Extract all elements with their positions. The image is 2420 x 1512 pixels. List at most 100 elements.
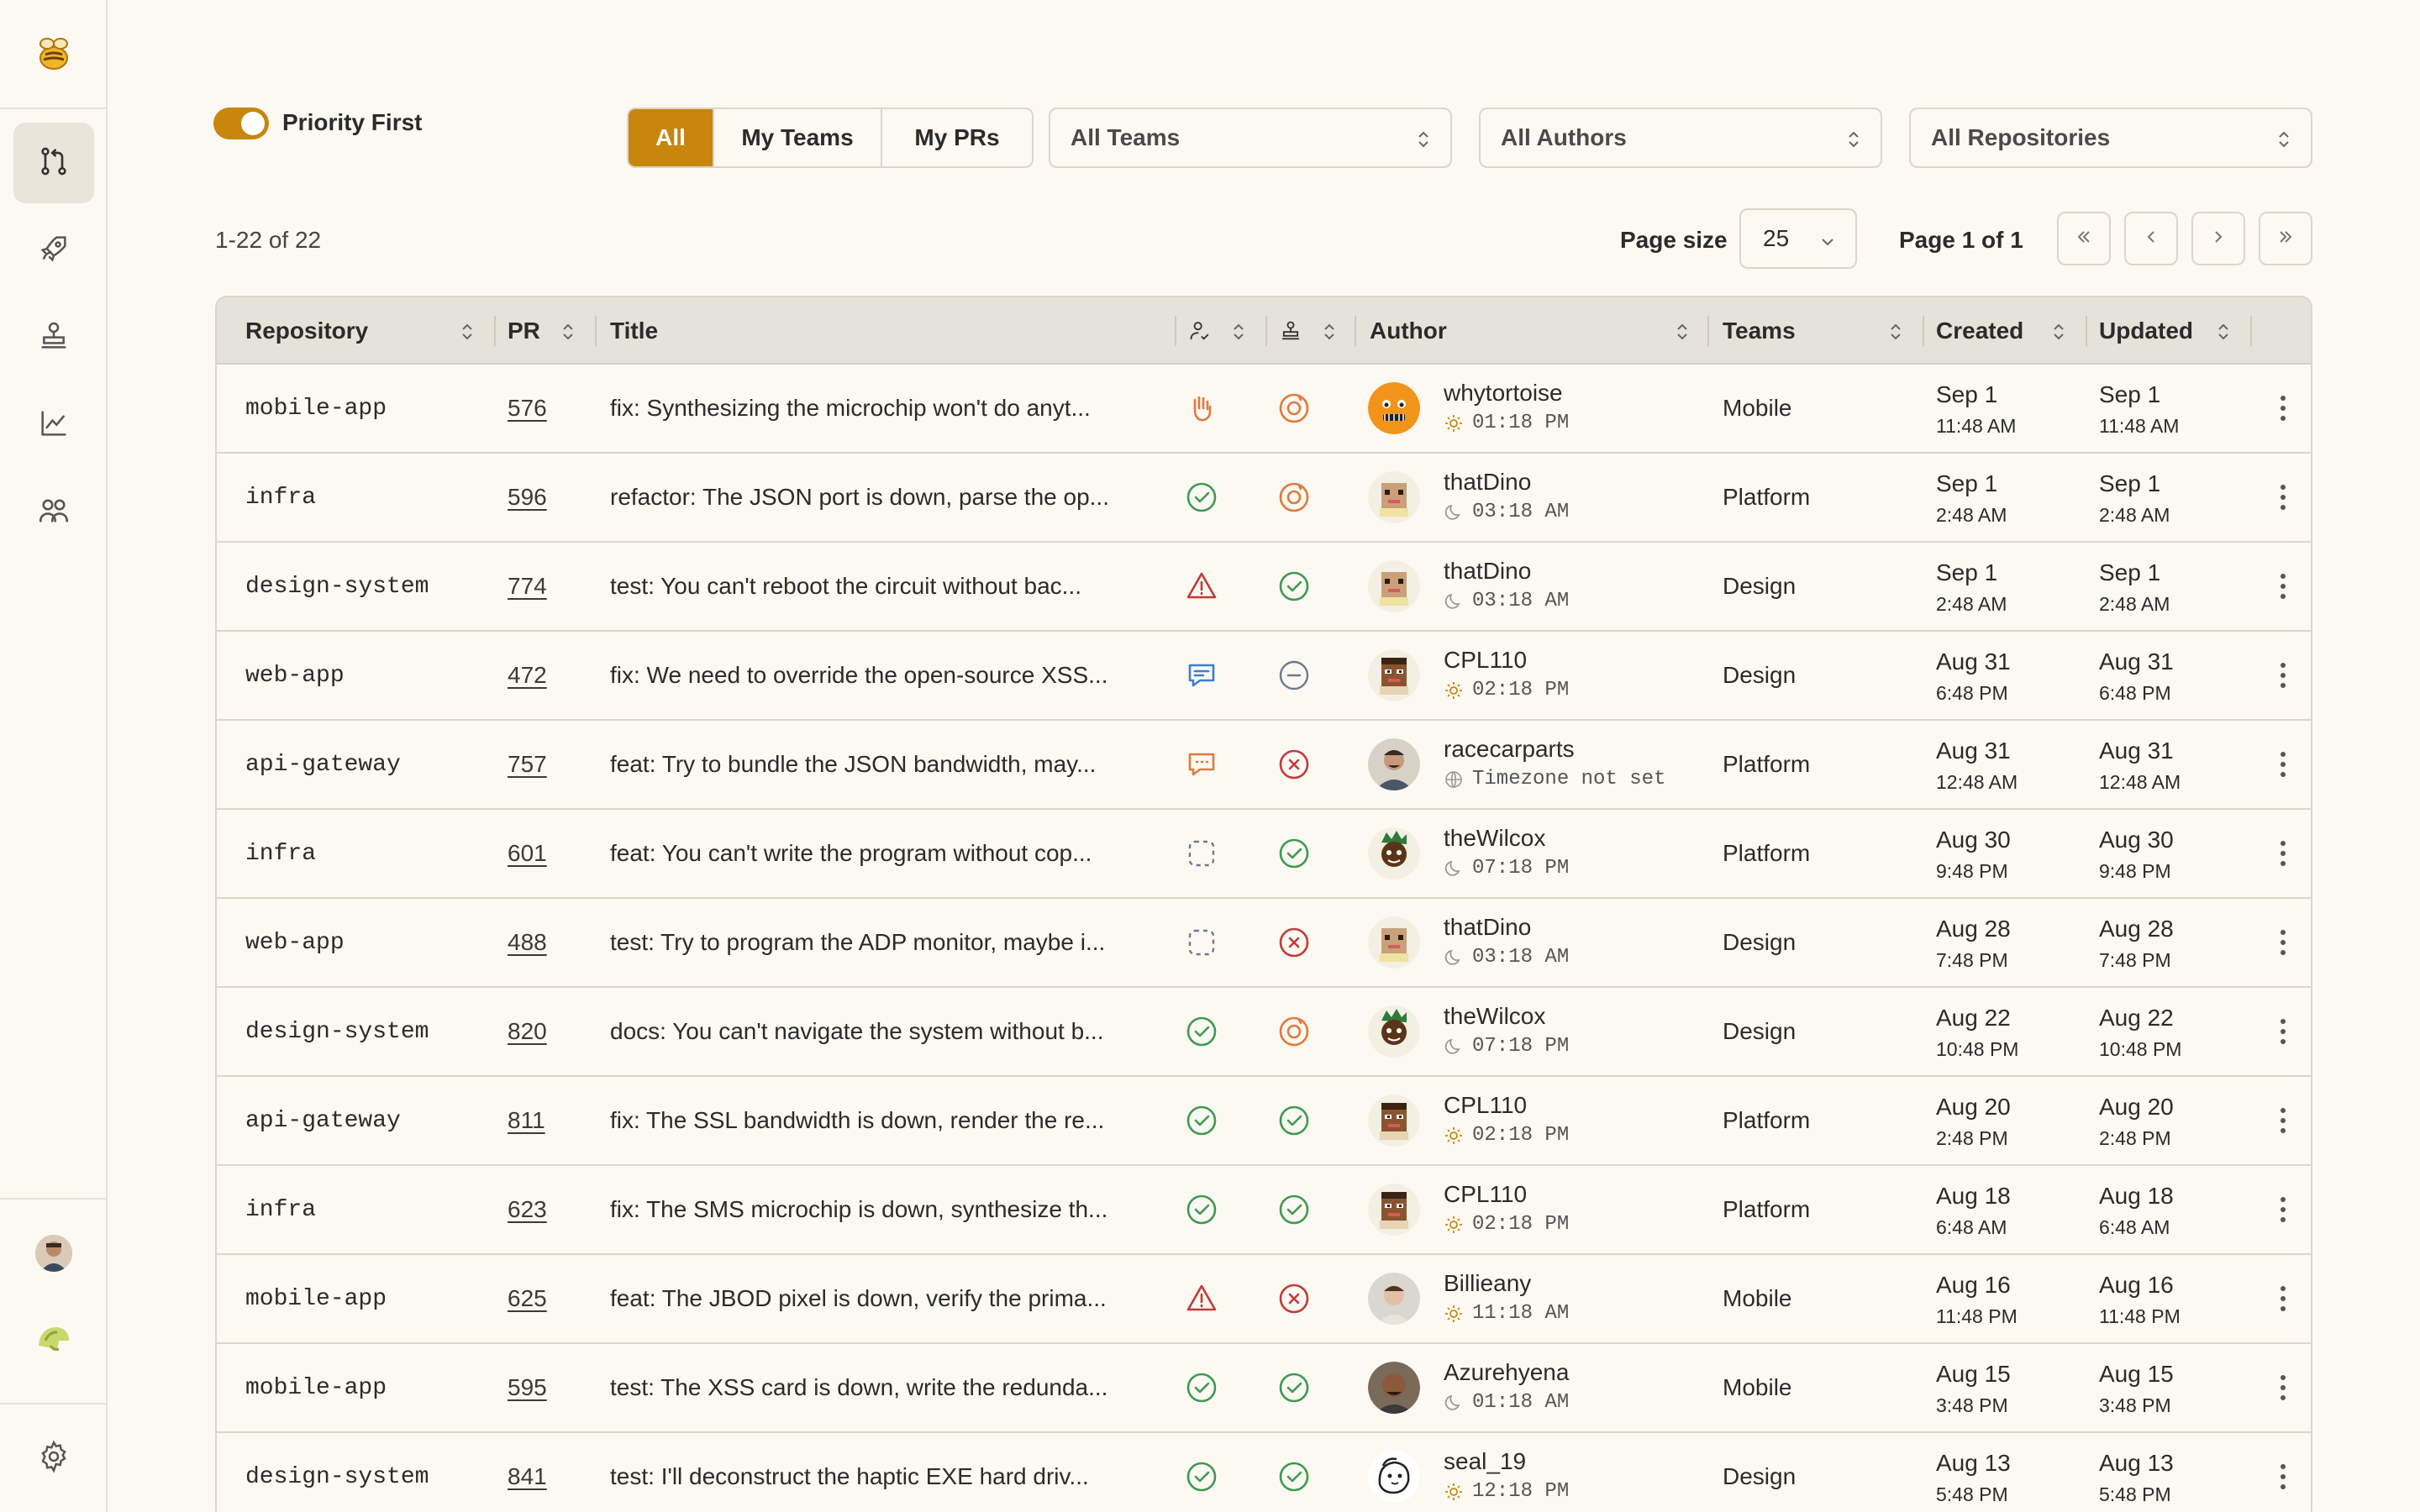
pr-title[interactable]: feat: The JBOD pixel is down, verify the…	[610, 1255, 1165, 1342]
author-avatar	[1368, 649, 1420, 701]
pr-number-link[interactable]: 576	[508, 365, 547, 452]
pr-title[interactable]: test: I'll deconstruct the haptic EXE ha…	[610, 1433, 1165, 1512]
local-time-text: 02:18 PM	[1472, 679, 1570, 701]
created-date: Aug 30	[1936, 827, 2011, 853]
teams-select[interactable]: All Teams	[1049, 108, 1452, 168]
row-actions-menu-icon[interactable]	[2270, 1102, 2296, 1139]
repositories-select[interactable]: All Repositories	[1909, 108, 2312, 168]
sidebar-item-analytics[interactable]	[13, 385, 94, 465]
pr-number-link[interactable]: 472	[508, 632, 547, 719]
row-actions-menu-icon[interactable]	[2270, 390, 2296, 427]
next-page-button[interactable]	[2191, 212, 2245, 265]
column-header-created[interactable]: Created	[1936, 297, 2023, 365]
pr-number-link[interactable]: 625	[508, 1255, 547, 1342]
table-row[interactable]: mobile-app 625 feat: The JBOD pixel is d…	[217, 1255, 2311, 1344]
column-header-teams[interactable]: Teams	[1723, 297, 1796, 365]
pr-number-link[interactable]: 811	[508, 1077, 545, 1164]
sidebar-item-deployments[interactable]	[13, 210, 94, 291]
table-row[interactable]: api-gateway 757 feat: Try to bundle the …	[217, 721, 2311, 810]
pr-title[interactable]: fix: Synthesizing the microchip won't do…	[610, 365, 1165, 452]
priority-first-toggle[interactable]	[213, 108, 269, 139]
created-time: 10:48 PM	[1936, 1038, 2019, 1060]
filter-my-prs-button[interactable]: My PRs	[882, 109, 1032, 166]
last-page-button[interactable]	[2259, 212, 2312, 265]
previous-page-button[interactable]	[2124, 212, 2178, 265]
table-row[interactable]: infra 601 feat: You can't write the prog…	[217, 810, 2311, 899]
row-actions-menu-icon[interactable]	[2270, 1280, 2296, 1317]
filter-my-teams-button[interactable]: My Teams	[714, 109, 882, 166]
column-header-updated[interactable]: Updated	[2099, 297, 2193, 365]
pr-number-link[interactable]: 488	[508, 899, 547, 986]
row-actions-menu-icon[interactable]	[2270, 1369, 2296, 1406]
sort-icon[interactable]	[560, 321, 576, 347]
table-row[interactable]: api-gateway 811 fix: The SSL bandwidth i…	[217, 1077, 2311, 1166]
chart-line-icon	[37, 407, 71, 444]
updated-time: 9:48 PM	[2099, 860, 2171, 882]
row-actions-menu-icon[interactable]	[2270, 568, 2296, 605]
table-row[interactable]: infra 623 fix: The SMS microchip is down…	[217, 1166, 2311, 1255]
column-header-repository[interactable]: Repository	[245, 297, 368, 365]
column-header-author[interactable]: Author	[1370, 297, 1447, 365]
sort-icon[interactable]	[2050, 321, 2067, 347]
pr-number-link[interactable]: 623	[508, 1166, 547, 1253]
filter-all-button[interactable]: All	[629, 109, 714, 166]
sidebar-item-pull-requests[interactable]	[13, 123, 94, 203]
sort-icon[interactable]	[1321, 321, 1338, 347]
pr-number-link[interactable]: 596	[508, 454, 547, 541]
pr-title[interactable]: docs: You can't navigate the system with…	[610, 988, 1165, 1075]
row-actions-menu-icon[interactable]	[2270, 657, 2296, 694]
table-row[interactable]: web-app 472 fix: We need to override the…	[217, 632, 2311, 721]
pr-number-link[interactable]: 757	[508, 721, 547, 808]
pr-title[interactable]: refactor: The JSON port is down, parse t…	[610, 454, 1165, 541]
pr-number-link[interactable]: 601	[508, 810, 547, 897]
pr-title[interactable]: test: The XSS card is down, write the re…	[610, 1344, 1165, 1431]
helmet-logo-icon[interactable]	[34, 1320, 74, 1361]
updated-date: Aug 20	[2099, 1094, 2174, 1120]
sort-icon[interactable]	[2215, 321, 2232, 347]
pr-title[interactable]: fix: We need to override the open-source…	[610, 632, 1165, 719]
pr-title[interactable]: test: Try to program the ADP monitor, ma…	[610, 899, 1165, 986]
authors-select[interactable]: All Authors	[1479, 108, 1882, 168]
table-row[interactable]: design-system 774 test: You can't reboot…	[217, 543, 2311, 632]
sort-icon[interactable]	[1674, 321, 1691, 347]
author-name: thatDino	[1444, 558, 1532, 584]
pr-title[interactable]: feat: You can't write the program withou…	[610, 810, 1165, 897]
row-actions-menu-icon[interactable]	[2270, 746, 2296, 783]
local-time-text: 03:18 AM	[1472, 501, 1570, 523]
pr-title[interactable]: fix: The SMS microchip is down, synthesi…	[610, 1166, 1165, 1253]
created-date: Aug 15	[1936, 1361, 2011, 1387]
row-actions-menu-icon[interactable]	[2270, 479, 2296, 516]
chevrons-right-icon	[2275, 227, 2296, 251]
pr-title[interactable]: fix: The SSL bandwidth is down, render t…	[610, 1077, 1165, 1164]
table-row[interactable]: web-app 488 test: Try to program the ADP…	[217, 899, 2311, 988]
table-row[interactable]: infra 596 refactor: The JSON port is dow…	[217, 454, 2311, 543]
bee-logo-icon[interactable]	[0, 0, 108, 109]
column-header-pr[interactable]: PR	[508, 297, 540, 365]
settings-button[interactable]	[0, 1403, 108, 1512]
pr-title[interactable]: test: You can't reboot the circuit witho…	[610, 543, 1165, 630]
row-actions-menu-icon[interactable]	[2270, 835, 2296, 872]
sort-icon[interactable]	[1887, 321, 1904, 347]
row-actions-menu-icon[interactable]	[2270, 1458, 2296, 1495]
row-actions-menu-icon[interactable]	[2270, 924, 2296, 961]
table-row[interactable]: mobile-app 576 fix: Synthesizing the mic…	[217, 365, 2311, 454]
row-actions-menu-icon[interactable]	[2270, 1013, 2296, 1050]
sidebar-item-teams[interactable]	[13, 472, 94, 553]
column-header-title[interactable]: Title	[610, 297, 658, 365]
sort-icon[interactable]	[459, 321, 476, 347]
page-size-select[interactable]: 25	[1739, 208, 1857, 269]
table-row[interactable]: design-system 820 docs: You can't naviga…	[217, 988, 2311, 1077]
pr-number-link[interactable]: 820	[508, 988, 547, 1075]
table-row[interactable]: design-system 841 test: I'll deconstruct…	[217, 1433, 2311, 1512]
teams-select-value: All Teams	[1071, 124, 1181, 150]
pr-number-link[interactable]: 841	[508, 1433, 547, 1512]
sort-icon[interactable]	[1230, 321, 1247, 347]
pr-number-link[interactable]: 595	[508, 1344, 547, 1431]
row-actions-menu-icon[interactable]	[2270, 1191, 2296, 1228]
pr-number-link[interactable]: 774	[508, 543, 547, 630]
user-avatar[interactable]	[35, 1235, 72, 1272]
sidebar-item-approvals[interactable]	[13, 297, 94, 378]
first-page-button[interactable]	[2057, 212, 2111, 265]
pr-title[interactable]: feat: Try to bundle the JSON bandwidth, …	[610, 721, 1165, 808]
table-row[interactable]: mobile-app 595 test: The XSS card is dow…	[217, 1344, 2311, 1433]
